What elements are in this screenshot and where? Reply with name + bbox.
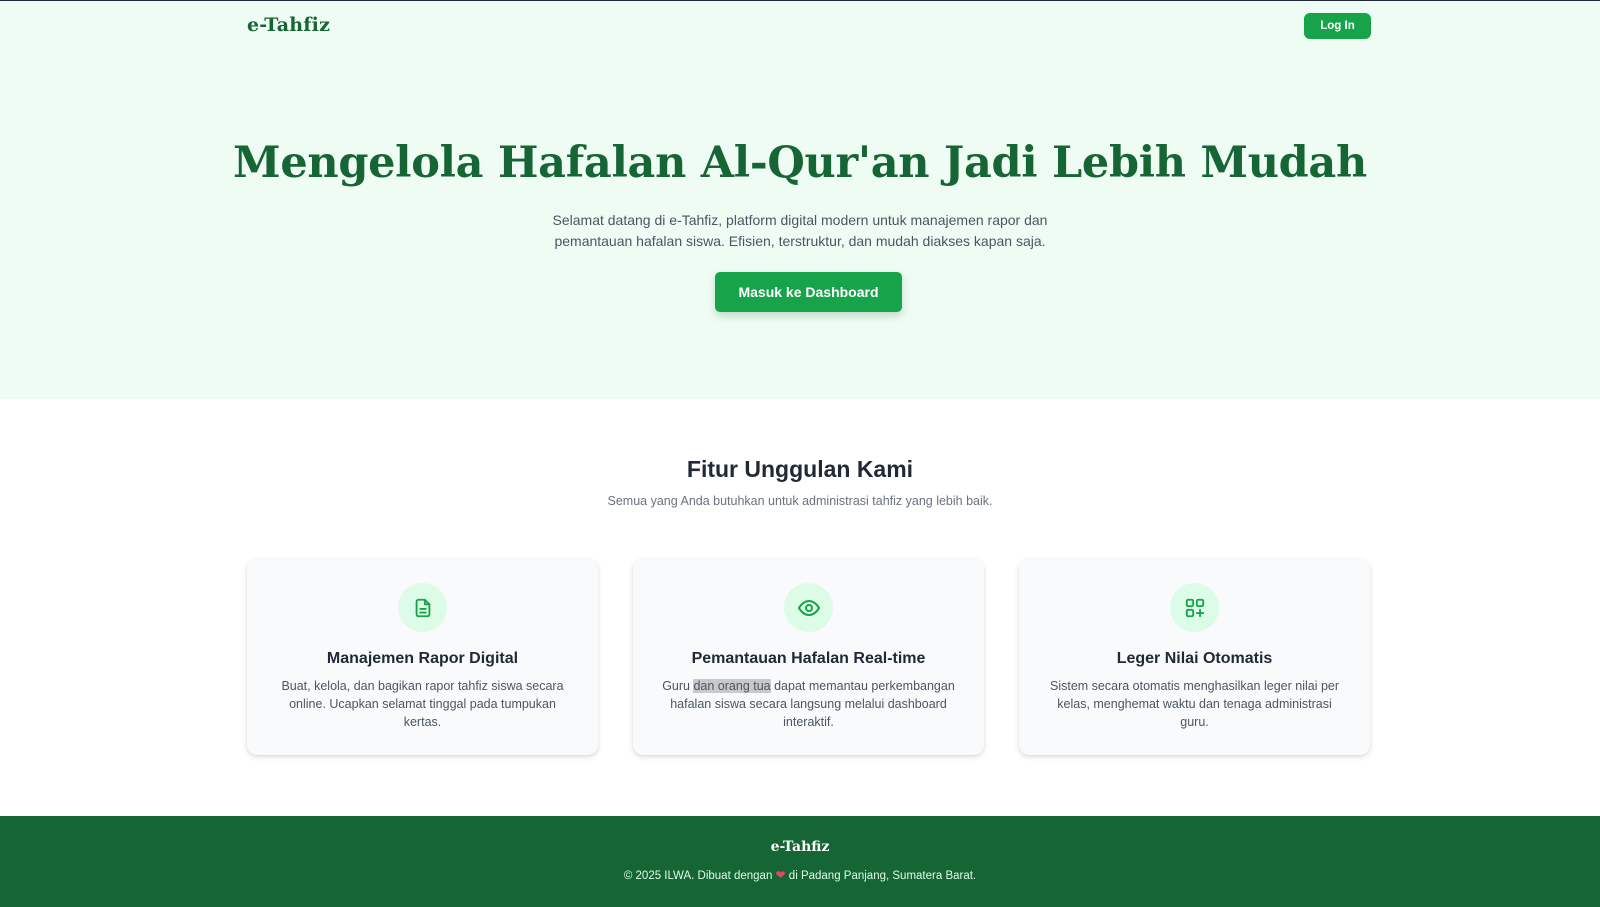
card-description: Sistem secara otomatis menghasilkan lege…: [1049, 679, 1340, 729]
login-button[interactable]: Log In: [1304, 13, 1371, 39]
card-title: Manajemen Rapor Digital: [326, 650, 519, 667]
card-title: Leger Nilai Otomatis: [1116, 650, 1273, 667]
feature-card-pemantauan: Pemantauan Hafalan Real-time Guru dan or…: [633, 559, 984, 755]
feature-card-leger: Leger Nilai Otomatis Sistem secara otoma…: [1019, 559, 1370, 755]
eye-icon: [784, 583, 833, 632]
selected-text[interactable]: dan orang tua: [693, 679, 771, 693]
copyright-text-end: di Padang Panjang, Sumatera Barat.: [785, 870, 977, 882]
grid-plus-icon: [1170, 583, 1219, 632]
card-title: Pemantauan Hafalan Real-time: [691, 650, 926, 667]
card-description: Buat, kelola, dan bagikan rapor tahfiz s…: [281, 679, 564, 729]
document-icon: [398, 583, 447, 632]
card-description-start: Guru: [662, 679, 694, 693]
heart-icon: ❤: [775, 868, 786, 882]
hero-section: e-Tahfiz Log In Mengelola Hafalan Al-Qur…: [0, 1, 1600, 399]
dashboard-button[interactable]: Masuk ke Dashboard: [715, 272, 902, 312]
footer: e-Tahfiz © 2025 ILWA. Dibuat dengan ❤ di…: [0, 816, 1600, 907]
brand-logo[interactable]: e-Tahfiz: [247, 14, 330, 36]
navbar: e-Tahfiz Log In: [247, 12, 1371, 40]
footer-brand: e-Tahfiz: [770, 839, 830, 855]
features-title: Fitur Unggulan Kami: [686, 456, 914, 482]
card-description: Guru dan orang tua dapat memantau perkem…: [659, 677, 958, 731]
copyright-text-start: © 2025 ILWA. Dibuat dengan: [623, 870, 776, 882]
feature-card-rapor: Manajemen Rapor Digital Buat, kelola, da…: [247, 559, 598, 755]
hero-subtitle: Selamat datang di e-Tahfiz, platform dig…: [552, 212, 1048, 249]
features-subtitle: Semua yang Anda butuhkan untuk administr…: [607, 494, 993, 508]
hero-title: Mengelola Hafalan Al-Qur'an Jadi Lebih M…: [233, 138, 1367, 188]
footer-copyright: © 2025 ILWA. Dibuat dengan ❤ di Padang P…: [0, 868, 1600, 882]
